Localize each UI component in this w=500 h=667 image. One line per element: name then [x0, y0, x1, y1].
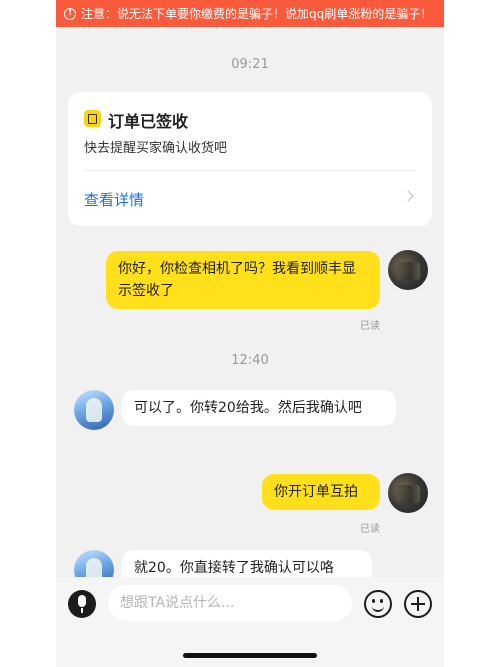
timestamp: 12:40 — [231, 353, 269, 368]
seller-avatar[interactable] — [74, 390, 114, 430]
order-card-subtitle: 快去提醒买家确认收货吧 — [84, 141, 228, 156]
order-card-title: 订单已签收 — [108, 112, 189, 131]
emoji-icon[interactable] — [364, 590, 392, 618]
microphone-icon[interactable] — [68, 590, 96, 618]
plus-icon[interactable] — [404, 590, 432, 618]
view-details-link[interactable]: 查看详情 — [84, 189, 144, 210]
warning-icon: ! — [64, 7, 76, 20]
divider — [84, 170, 416, 171]
my-avatar[interactable] — [388, 250, 428, 290]
order-status-card[interactable]: 订单已签收 快去提醒买家确认收货吧 查看详情 — [68, 92, 432, 226]
read-status: 已读 — [360, 524, 380, 535]
my-message-bubble[interactable]: 你开订单互拍 — [262, 474, 380, 510]
fraud-warning-banner[interactable]: ! 注意：说无法下单要你缴费的是骗子！说加qq刷单涨粉的是骗子！ — [56, 0, 444, 27]
banner-text: 注意：说无法下单要你缴费的是骗子！说加qq刷单涨粉的是骗子！ — [81, 7, 433, 21]
message-input[interactable]: 想跟TA说点什么... — [108, 585, 352, 621]
read-status: 已读 — [360, 321, 380, 332]
home-indicator[interactable] — [183, 653, 317, 658]
their-message-bubble[interactable]: 可以了。你转20给我。然后我确认吧 — [122, 390, 396, 426]
order-icon — [84, 110, 101, 127]
my-message-bubble[interactable]: 你好，你检查相机了吗？我看到顺丰显示签收了 — [106, 251, 380, 309]
timestamp: 09:21 — [231, 57, 269, 72]
chevron-right-icon[interactable] — [402, 190, 414, 202]
my-avatar[interactable] — [388, 473, 428, 513]
chat-screen: ! 注意：说无法下单要你缴费的是骗子！说加qq刷单涨粉的是骗子！ 09:21 订… — [56, 0, 444, 667]
